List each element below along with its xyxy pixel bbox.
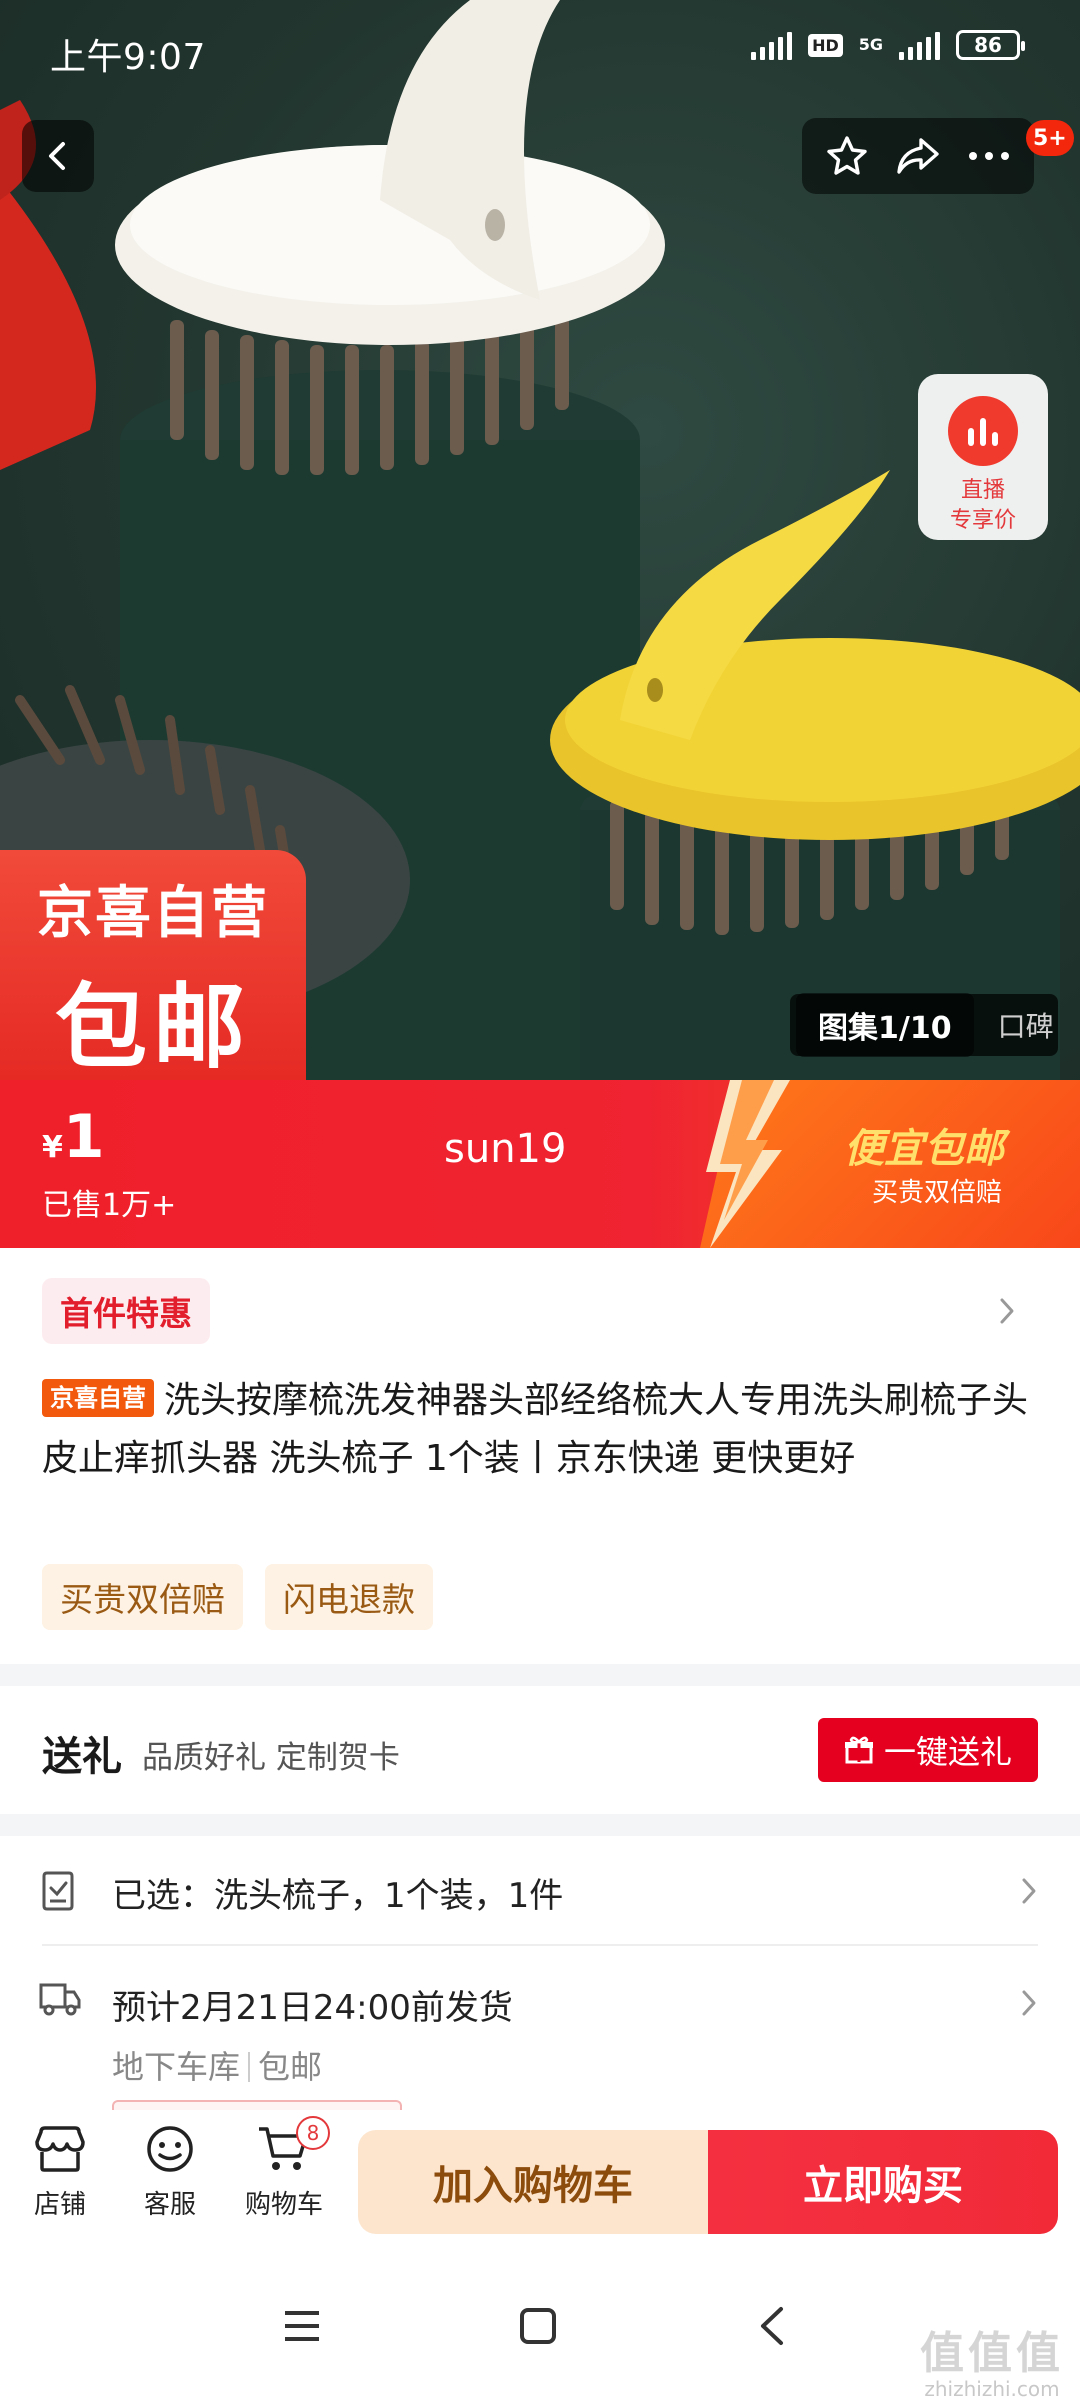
product-title: 洗头按摩梳洗发神器头部经络梳大人专用洗头刷梳子头皮止痒抓头器 洗头梳子 1个装丨… xyxy=(42,1380,1029,1479)
share-icon xyxy=(897,138,939,174)
send-gift-label: 一键送礼 xyxy=(883,1733,1012,1771)
nav-back-button[interactable] xyxy=(732,2286,812,2366)
chevron-right-icon xyxy=(1022,1878,1036,1904)
nav-back-icon xyxy=(761,2307,783,2345)
watermark-sub: zhizhizhi.com xyxy=(924,2377,1060,2400)
shipping-estimate: 预计2月21日24:00前发货 xyxy=(112,1988,513,2028)
gallery-tabs: 图集1/10 口碑 xyxy=(790,993,1058,1057)
chevron-right-icon[interactable] xyxy=(996,1294,1018,1328)
message-badge: 5+ xyxy=(1026,120,1074,156)
price: ¥ 1 xyxy=(42,1102,105,1172)
truck-icon xyxy=(39,1983,81,2016)
home-button[interactable] xyxy=(498,2286,578,2366)
bottom-action-bar: 店铺 客服 8 购物车 加入购物车 立即购买 xyxy=(0,2110,1080,2250)
more-button[interactable] xyxy=(960,127,1018,185)
shipping-details: 地下车库 包邮 xyxy=(112,2042,322,2088)
status-icons: HD 5G 86 xyxy=(751,30,1025,60)
lightning-icon xyxy=(706,1080,790,1248)
coupon-tag[interactable]: 首件特惠 xyxy=(42,1278,210,1344)
shipping-free: 包邮 xyxy=(258,2048,323,2086)
service-label: 客服 xyxy=(143,2190,196,2220)
tab-gallery[interactable]: 图集1/10 xyxy=(796,993,974,1057)
send-gift-button[interactable]: 一键送礼 xyxy=(818,1718,1038,1782)
live-card-line1: 直播 xyxy=(960,478,1005,503)
system-navigation-bar xyxy=(0,2250,1080,2400)
customer-service-button[interactable]: 客服 xyxy=(120,2124,220,2221)
shop-icon xyxy=(35,2126,85,2172)
home-icon xyxy=(520,2308,556,2344)
shipping-location: 地下车库 xyxy=(112,2048,241,2086)
watermark-main: 值值值 xyxy=(920,2328,1064,2379)
more-icon xyxy=(968,152,1009,160)
share-button[interactable] xyxy=(889,127,947,185)
service-icon xyxy=(147,2126,193,2172)
self-operated-tag: 京喜自营 xyxy=(42,1379,154,1417)
promo-tag: 京喜自营 包邮 xyxy=(0,850,306,1080)
gift-subtitle: 品质好礼 定制贺卡 xyxy=(142,1740,400,1776)
cart-count-badge: 8 xyxy=(296,2116,330,2150)
cart-button[interactable]: 8 购物车 xyxy=(234,2116,334,2221)
shop-label: 店铺 xyxy=(33,2190,86,2220)
signal-icon-2 xyxy=(899,30,940,60)
sold-count: 已售1万+ xyxy=(42,1188,177,1223)
section-divider-2 xyxy=(0,1814,1080,1836)
product-image-gallery[interactable]: 上午9:07 HD 5G 86 5+ 直播 专享价 京喜自营 包邮 图集1/10… xyxy=(0,0,1080,1080)
price-value: 1 xyxy=(62,1102,105,1172)
menu-button[interactable] xyxy=(262,2286,342,2366)
live-streamer-name: sun19 xyxy=(444,1126,567,1172)
live-card-label: 直播 专享价 xyxy=(950,476,1016,536)
status-time: 上午9:07 xyxy=(50,37,206,78)
promo-tag-line2: 包邮 xyxy=(54,974,251,1080)
menu-icon xyxy=(285,2311,319,2341)
battery-icon: 86 xyxy=(956,30,1025,60)
promo-title: 便宜包邮 xyxy=(844,1126,1004,1172)
product-info: 首件特惠 京喜自营 洗头按摩梳洗发神器头部经络梳大人专用洗头刷梳子头皮止痒抓头器 … xyxy=(0,1248,1080,1664)
status-bar: 上午9:07 HD 5G 86 xyxy=(0,0,1080,100)
tab-reviews[interactable]: 口碑 xyxy=(998,1005,1054,1045)
selected-icon xyxy=(42,1871,74,1911)
back-icon xyxy=(49,142,65,170)
section-divider xyxy=(0,1664,1080,1686)
selection-row[interactable]: 已选：洗头梳子，1个装，1件 xyxy=(0,1836,1080,1944)
gift-row: 送礼 品质好礼 定制贺卡 一键送礼 xyxy=(0,1686,1080,1814)
star-icon xyxy=(827,136,868,175)
gift-title: 送礼 xyxy=(42,1734,122,1780)
promo-subtitle: 买贵双倍赔 xyxy=(872,1178,1003,1208)
service-badges: 买贵双倍赔 闪电退款 xyxy=(42,1564,433,1630)
product-title-block: 京喜自营 洗头按摩梳洗发神器头部经络梳大人专用洗头刷梳子头皮止痒抓头器 洗头梳子 … xyxy=(42,1372,1042,1488)
chevron-right-icon xyxy=(1022,1990,1036,2016)
badge-price-guarantee[interactable]: 买贵双倍赔 xyxy=(42,1564,243,1630)
buy-now-button[interactable]: 立即购买 xyxy=(708,2130,1058,2234)
row-divider xyxy=(42,1944,1038,1946)
cart-label: 购物车 xyxy=(244,2190,323,2220)
live-icon xyxy=(948,396,1018,466)
promo-tag-line1: 京喜自营 xyxy=(37,881,269,946)
top-action-group xyxy=(802,118,1034,194)
price-bar: ¥ 1 已售1万+ sun19 便宜包邮 买贵双倍赔 xyxy=(0,1080,1080,1248)
shop-button[interactable]: 店铺 xyxy=(10,2124,110,2221)
signal-icon xyxy=(751,30,793,60)
live-card-line2: 专享价 xyxy=(949,508,1016,533)
badge-fast-refund[interactable]: 闪电退款 xyxy=(265,1564,433,1630)
hd-badge: HD xyxy=(808,33,843,57)
back-button[interactable] xyxy=(22,120,94,192)
price-currency: ¥ xyxy=(42,1130,63,1165)
watermark: 值值值 zhizhizhi.com xyxy=(920,2330,1064,2400)
live-price-card[interactable]: 直播 专享价 xyxy=(918,374,1048,540)
favorite-button[interactable] xyxy=(818,127,876,185)
separator xyxy=(248,2052,251,2082)
gift-icon xyxy=(844,1736,873,1764)
network-type: 5G xyxy=(858,35,883,54)
add-to-cart-button[interactable]: 加入购物车 xyxy=(358,2130,708,2234)
selected-spec: 已选：洗头梳子，1个装，1件 xyxy=(112,1876,564,1916)
